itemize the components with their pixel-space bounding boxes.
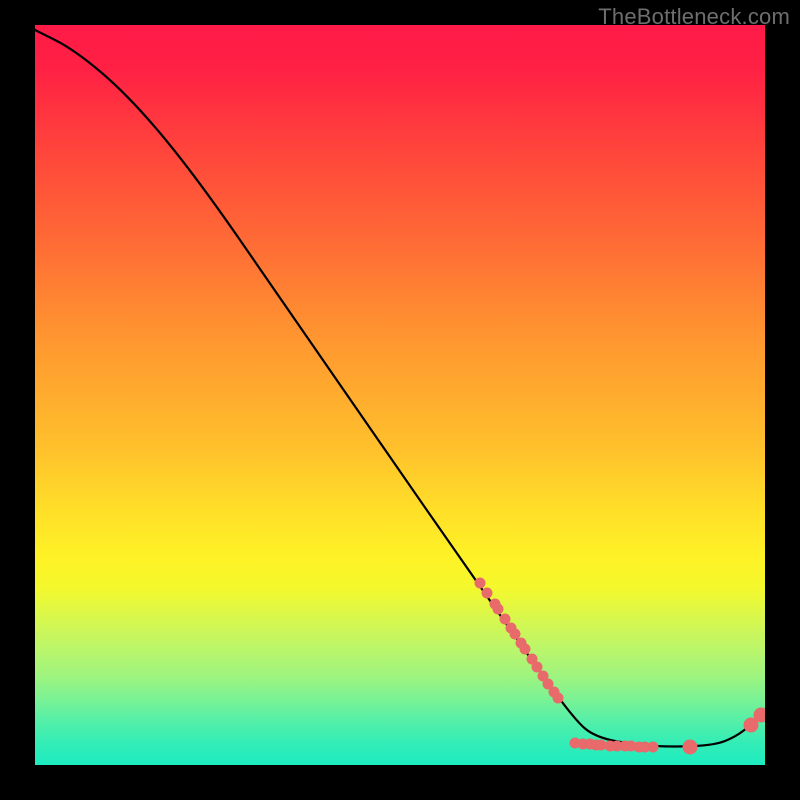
plot-area (35, 25, 765, 765)
data-point (493, 604, 504, 615)
data-points-group (475, 578, 766, 755)
watermark-label: TheBottleneck.com (598, 4, 790, 30)
bottleneck-curve (35, 30, 765, 747)
chart-stage: TheBottleneck.com (0, 0, 800, 800)
data-point (648, 742, 659, 753)
data-point (510, 629, 521, 640)
data-point (500, 614, 511, 625)
data-point (520, 644, 531, 655)
data-point (475, 578, 486, 589)
data-point (553, 693, 564, 704)
chart-svg (35, 25, 765, 765)
data-point (683, 740, 698, 755)
data-point (482, 588, 493, 599)
data-point (532, 662, 543, 673)
